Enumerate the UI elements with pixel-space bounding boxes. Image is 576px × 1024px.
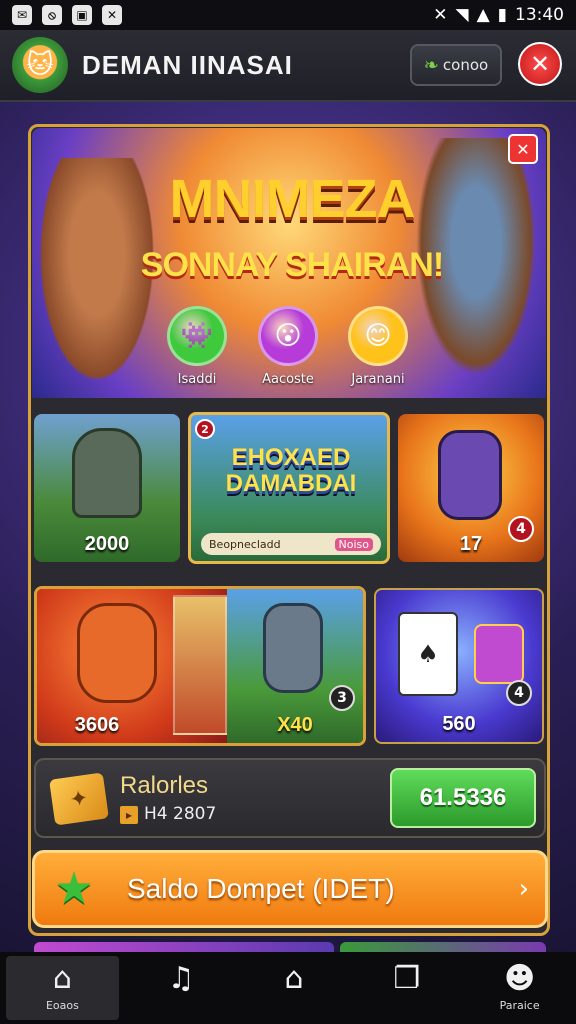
game-tile-6-badge: 4 <box>506 680 532 706</box>
music-icon: ♫ <box>167 961 195 996</box>
nav-item-shop[interactable]: ⌂ <box>238 952 351 1024</box>
nav-item-home[interactable]: ⌂ Eoaos <box>6 956 119 1020</box>
warrior-character-image <box>263 603 323 693</box>
character-strip-image <box>173 595 227 735</box>
shop-icon: ⌂ <box>284 961 304 996</box>
profile-icon: ☻ <box>503 961 536 996</box>
leaf-icon: ❧ <box>423 54 439 76</box>
mute-icon: ✕ <box>433 5 448 25</box>
app-logo: 🐱 <box>12 37 68 93</box>
nav-label-home: Eoaos <box>45 999 79 1012</box>
game-tile-1-value: 2000 <box>84 533 130 555</box>
banner-close-button[interactable]: ✕ <box>508 134 538 164</box>
signal-icon: ▲ <box>476 5 490 25</box>
option-orb-1[interactable]: 👾 <box>167 306 227 366</box>
playing-card-image: ♠ <box>398 612 458 696</box>
chips-image <box>474 624 524 684</box>
fox-character-image <box>438 430 502 520</box>
chevron-right-icon: › <box>518 874 529 904</box>
game-tile-1[interactable]: 2000 <box>34 414 180 562</box>
featured-bar-tag: Noiso <box>334 537 373 551</box>
gallery-icon: ✕ <box>102 5 122 25</box>
banner-subtitle: SONNAY SHAIRAN! <box>140 246 444 284</box>
chat-icon: ✉ <box>12 5 32 25</box>
nav-item-window[interactable]: ❐ <box>350 952 463 1024</box>
promo-banner[interactable]: MNIMEZA SONNAY SHAIRAN! 👾 😮 😊 Isaddi Aac… <box>32 128 546 398</box>
nav-item-profile[interactable]: ☻ Paraice <box>463 952 576 1024</box>
featured-game-title: EHOXAED DAMABDAI <box>225 444 357 497</box>
game-tile-3-badge: 4 <box>508 516 534 542</box>
balance-subvalue: ▸ H4 2807 <box>120 804 216 824</box>
link-icon: ⦸ <box>42 5 62 25</box>
coin-button[interactable]: ❧ conoo <box>410 44 502 86</box>
balance-subvalue-text: H4 2807 <box>144 804 217 824</box>
wallet-button[interactable]: ★ Saldo Dompet (IDET) › <box>32 850 548 928</box>
balance-card: ✦ Ralorles ▸ H4 2807 61.5336 <box>34 758 546 838</box>
home-icon: ⌂ <box>52 961 72 996</box>
status-bar: ✉ ⦸ ▣ ✕ ✕ ◥ ▲ ▮ 13:40 <box>0 0 576 30</box>
robot-character-image <box>72 428 142 518</box>
game-tile-5-value: X40 <box>277 714 313 736</box>
featured-badge: 2 <box>195 419 215 439</box>
balance-label: Ralorles <box>120 772 209 799</box>
featured-game-bar: Beopnecladd Noiso <box>201 533 381 555</box>
featured-bar-label: Beopnecladd <box>209 537 281 551</box>
game-tile-5-badge: 3 <box>329 685 355 711</box>
image-icon: ▣ <box>72 5 92 25</box>
coin-button-label: conoo <box>442 56 489 74</box>
featured-game-tile[interactable]: EHOXAED DAMABDAI 2 Beopnecladd Noiso <box>188 412 390 564</box>
window-icon: ❐ <box>393 961 421 996</box>
game-tile-4-value: 3606 <box>74 714 120 736</box>
cat-character-image <box>77 603 157 703</box>
game-tile-3[interactable]: 17 4 <box>398 414 544 562</box>
nav-label-profile: Paraice <box>499 999 540 1012</box>
app-title: DEMAN IINASAI <box>82 49 293 80</box>
game-tile-6[interactable]: ♠ 560 4 <box>374 588 544 744</box>
game-combo-tile: 3606 X40 3 <box>34 586 366 746</box>
tag-icon: ▸ <box>120 806 138 824</box>
wifi-icon: ◥ <box>455 5 469 25</box>
banner-title: MNIMEZA <box>169 169 416 229</box>
option-label-1: Isaddi <box>177 372 217 387</box>
close-button[interactable]: ✕ <box>518 42 562 86</box>
battery-icon: ▮ <box>497 5 507 25</box>
nav-item-music[interactable]: ♫ <box>125 952 238 1024</box>
option-orb-2[interactable]: 😮 <box>258 306 318 366</box>
game-tile-5[interactable]: X40 3 <box>227 589 363 743</box>
option-orb-3[interactable]: 😊 <box>348 306 408 366</box>
status-time: 13:40 <box>515 5 564 25</box>
game-tile-6-value: 560 <box>442 713 476 735</box>
bottom-nav: ⌂ Eoaos ♫ ⌂ ❐ ☻ Paraice <box>0 952 576 1024</box>
option-label-3: Jaranani <box>351 372 405 387</box>
wallet-label: Saldo Dompet (IDET) <box>127 873 395 904</box>
app-header: 🐱 DEMAN IINASAI ❧ conoo ✕ <box>0 30 576 102</box>
game-tile-4[interactable]: 3606 <box>37 589 227 743</box>
star-icon: ★ <box>54 863 94 914</box>
balance-button[interactable]: 61.5336 <box>390 768 536 828</box>
option-label-2: Aacoste <box>262 372 314 387</box>
ticket-icon: ✦ <box>49 772 109 826</box>
